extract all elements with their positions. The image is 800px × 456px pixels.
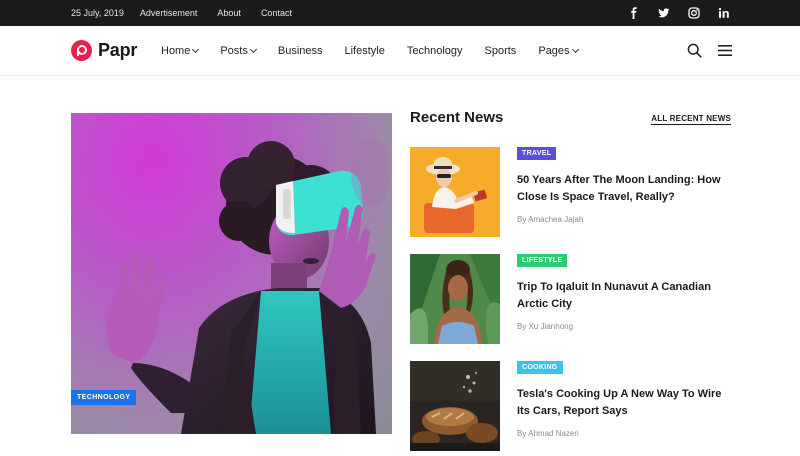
- twitter-icon[interactable]: [658, 7, 670, 19]
- top-bar-left: 25 July, 2019 Advertisement About Contac…: [71, 0, 312, 26]
- nav-item-label: Pages: [538, 45, 570, 57]
- travel-thumbnail-image: [410, 147, 500, 237]
- chevron-down-icon: [571, 45, 579, 54]
- nav-item-posts[interactable]: Posts: [220, 45, 257, 57]
- news-headline[interactable]: Tesla's Cooking Up A New Way To Wire Its…: [517, 386, 732, 420]
- search-icon[interactable]: [687, 43, 702, 63]
- contact-link[interactable]: Contact: [261, 8, 292, 18]
- news-thumbnail[interactable]: [410, 361, 500, 451]
- main-header: Papr Home Posts Business Lifestyle Techn…: [0, 26, 800, 76]
- chevron-down-icon: [249, 45, 257, 54]
- news-headline[interactable]: 50 Years After The Moon Landing: How Clo…: [517, 172, 732, 206]
- news-author: By Amachea Jajah: [517, 215, 584, 224]
- social-links: [610, 0, 730, 26]
- nav-item-label: Business: [277, 45, 323, 57]
- current-date: 25 July, 2019: [71, 8, 124, 18]
- advertisement-link[interactable]: Advertisement: [140, 8, 198, 18]
- nav-item-label: Technology: [406, 45, 463, 57]
- nav-item-label: Posts: [220, 45, 248, 57]
- nav-item-technology[interactable]: Technology: [407, 45, 463, 57]
- linkedin-icon[interactable]: [718, 7, 730, 19]
- site-logo[interactable]: Papr: [71, 40, 137, 61]
- news-category-badge[interactable]: LIFESTYLE: [517, 254, 568, 267]
- menu-icon[interactable]: [718, 44, 732, 62]
- news-thumbnail[interactable]: [410, 147, 500, 237]
- facebook-icon[interactable]: [628, 7, 640, 19]
- all-recent-news-link[interactable]: ALL RECENT NEWS: [651, 114, 731, 125]
- cooking-thumbnail-image: [410, 361, 500, 451]
- vr-person-illustration: [107, 139, 391, 434]
- main-nav: Home Posts Business Lifestyle Technology…: [161, 26, 600, 76]
- nav-item-label: Lifestyle: [344, 45, 385, 57]
- news-category-badge[interactable]: TRAVEL: [517, 147, 557, 160]
- news-author: By Xu Jianhong: [517, 322, 574, 331]
- nav-item-sports[interactable]: Sports: [485, 45, 517, 57]
- recent-news-heading: Recent News: [410, 109, 504, 126]
- instagram-icon[interactable]: [688, 7, 700, 19]
- news-headline[interactable]: Trip To Iqaluit In Nunavut A Canadian Ar…: [517, 279, 732, 313]
- nav-item-label: Home: [161, 45, 191, 57]
- about-link[interactable]: About: [217, 8, 241, 18]
- logo-mark-icon: [71, 40, 92, 61]
- news-author: By Ahmad Nazeri: [517, 429, 579, 438]
- logo-text: Papr: [98, 40, 138, 60]
- nav-item-label: Sports: [484, 45, 517, 57]
- lifestyle-thumbnail-image: [410, 254, 500, 344]
- news-item: COOKING Tesla's Cooking Up A New Way To …: [410, 361, 732, 451]
- nav-item-business[interactable]: Business: [278, 45, 323, 57]
- featured-category-tag[interactable]: TECHNOLOGY: [71, 390, 137, 405]
- news-item: LIFESTYLE Trip To Iqaluit In Nunavut A C…: [410, 254, 732, 344]
- top-bar: 25 July, 2019 Advertisement About Contac…: [0, 0, 800, 26]
- news-thumbnail[interactable]: [410, 254, 500, 344]
- nav-item-pages[interactable]: Pages: [538, 45, 579, 57]
- nav-item-lifestyle[interactable]: Lifestyle: [345, 45, 385, 57]
- news-item: TRAVEL 50 Years After The Moon Landing: …: [410, 147, 732, 237]
- featured-article-image[interactable]: TECHNOLOGY: [71, 113, 392, 434]
- chevron-down-icon: [192, 45, 200, 54]
- news-category-badge[interactable]: COOKING: [517, 361, 563, 374]
- nav-item-home[interactable]: Home: [161, 45, 200, 57]
- header-actions: [671, 43, 732, 63]
